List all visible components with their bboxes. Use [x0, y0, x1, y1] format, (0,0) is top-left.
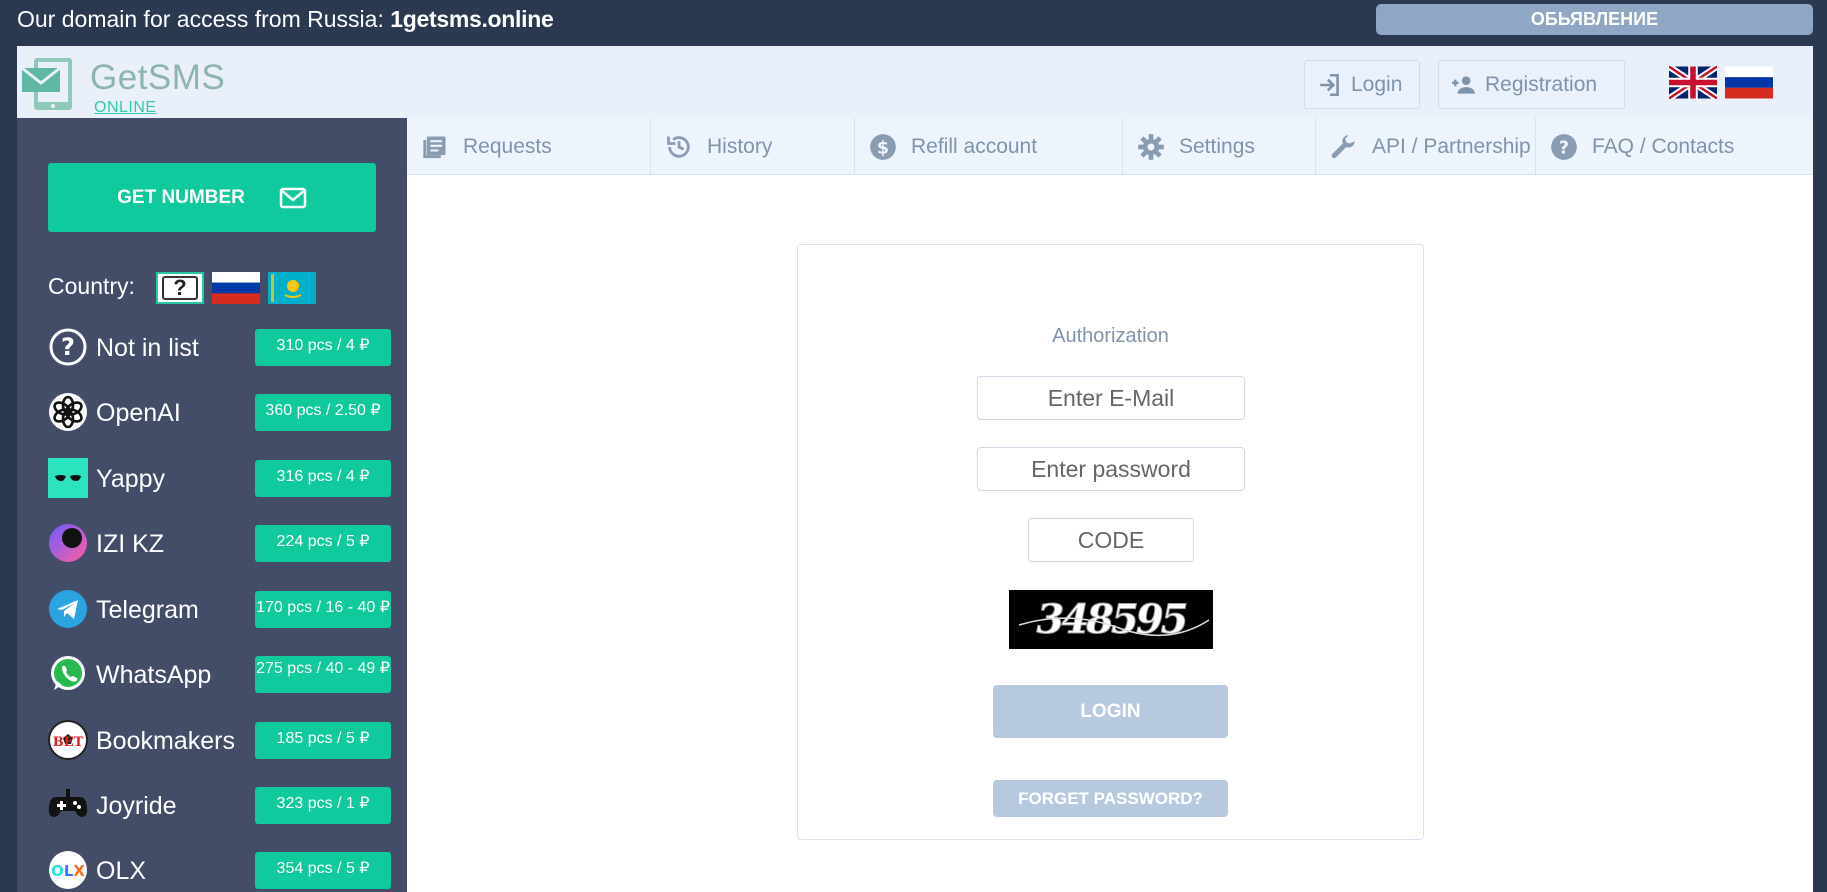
add-user-icon [1452, 75, 1475, 94]
service-item[interactable]: Joyride 323 pcs / 1 ₽ [48, 785, 393, 825]
svg-text:OLX: OLX [51, 862, 85, 880]
tab-label: History [707, 134, 773, 158]
service-name: OLX [96, 857, 147, 885]
authorization-title: Authorization [1052, 325, 1169, 347]
olx-icon: OLX [49, 851, 87, 889]
service-name: Bookmakers [96, 727, 235, 755]
svg-text:?: ? [1559, 138, 1569, 158]
service-item[interactable]: Telegram 170 pcs / 16 - 40 ₽ [48, 589, 393, 629]
wrench-icon [1331, 134, 1355, 158]
whatsapp-icon [51, 656, 85, 690]
captcha-image: 348595 [1009, 590, 1213, 649]
logo-phone-icon [22, 58, 72, 110]
service-name: Not in list [96, 334, 199, 362]
registration-button-label: Registration [1485, 72, 1598, 96]
question-circle-icon: ? [49, 328, 87, 366]
country-russia-flag[interactable] [212, 272, 260, 304]
tab-label: API / Partnership [1372, 134, 1531, 158]
domain-notice-text: Our domain for access from Russia: [17, 6, 391, 32]
logo-name: GetSMS [90, 58, 226, 97]
tab-api-partnership[interactable]: API / Partnership [1316, 118, 1536, 175]
service-price-badge[interactable]: 170 pcs / 16 - 40 ₽ [255, 591, 391, 628]
tab-label: Requests [463, 134, 552, 158]
logo[interactable]: GetSMS ONLINE [22, 54, 232, 116]
service-name: OpenAI [96, 399, 181, 427]
question-icon: ? [162, 276, 198, 300]
service-name: Joyride [96, 792, 177, 820]
bookmakers-ball-icon: BET [48, 720, 88, 760]
openai-icon [49, 393, 87, 431]
tab-label: Refill account [911, 134, 1038, 158]
service-item[interactable]: OLX OLX 354 pcs / 5 ₽ [48, 850, 393, 890]
coin-icon: $ [870, 133, 896, 160]
russia-flag-icon[interactable] [1725, 66, 1773, 99]
tab-label: FAQ / Contacts [1592, 134, 1735, 158]
service-item[interactable]: WhatsApp 275 pcs / 40 - 49 ₽ [48, 654, 393, 694]
service-price-badge[interactable]: 360 pcs / 2.50 ₽ [255, 394, 391, 431]
service-price-badge[interactable]: 224 pcs / 5 ₽ [255, 525, 391, 562]
list-icon [423, 136, 446, 158]
svg-text:BET: BET [53, 735, 84, 750]
service-name: IZI KZ [96, 530, 165, 558]
tab-requests[interactable]: Requests [407, 118, 651, 175]
service-price-badge[interactable]: 310 pcs / 4 ₽ [255, 329, 391, 366]
tab-settings[interactable]: Settings [1123, 118, 1316, 175]
history-icon [667, 135, 690, 158]
login-icon [1320, 73, 1339, 96]
telegram-icon [49, 590, 87, 628]
domain-notice: Our domain for access from Russia: 1gets… [17, 6, 554, 33]
service-name: WhatsApp [96, 661, 212, 689]
service-price-badge[interactable]: 323 pcs / 1 ₽ [255, 787, 391, 824]
gear-icon [1138, 133, 1164, 160]
service-name: Telegram [96, 596, 199, 624]
get-number-button[interactable]: GET NUMBER [48, 163, 376, 232]
service-item[interactable]: IZI KZ 224 pcs / 5 ₽ [48, 523, 393, 563]
captcha-text: 348595 [1037, 596, 1187, 643]
tab-faq-contacts[interactable]: ? FAQ / Contacts [1536, 118, 1813, 175]
main-nav: Requests History $ Refill account Settin… [407, 118, 1813, 175]
izi-kz-icon [49, 524, 87, 562]
country-label: Country: [48, 273, 135, 299]
tab-refill-account[interactable]: $ Refill account [855, 118, 1123, 175]
email-input[interactable] [977, 376, 1245, 420]
gamepad-icon [48, 789, 88, 817]
announcement-button[interactable]: ОБЬЯВЛЕНИЕ [1376, 4, 1813, 35]
login-button-label: Login [1351, 72, 1403, 96]
service-name: Yappy [96, 465, 166, 493]
page-frame: GetSMS ONLINE Login Registration GET NUM… [17, 46, 1813, 892]
get-number-label: GET NUMBER [117, 186, 245, 208]
tab-history[interactable]: History [651, 118, 855, 175]
country-kazakhstan-flag[interactable] [268, 272, 316, 304]
service-price-badge[interactable]: 275 pcs / 40 - 49 ₽ [255, 656, 391, 693]
help-circle-icon: ? [1551, 133, 1577, 160]
service-item[interactable]: ? Not in list 310 pcs / 4 ₽ [48, 327, 393, 367]
sidebar: GET NUMBER Country: ? ? Not in list 310 … [17, 118, 407, 892]
uk-flag-icon[interactable] [1669, 66, 1717, 99]
header: GetSMS ONLINE Login Registration [17, 46, 1813, 118]
top-strip: Our domain for access from Russia: 1gets… [0, 0, 1827, 40]
envelope-icon [279, 187, 307, 208]
yappy-icon [48, 458, 88, 498]
country-unknown-flag[interactable]: ? [156, 272, 204, 304]
captcha-graphic: 348595 [1018, 596, 1210, 644]
service-price-badge[interactable]: 185 pcs / 5 ₽ [255, 722, 391, 759]
registration-button[interactable]: Registration [1438, 60, 1625, 109]
service-item[interactable]: Yappy 316 pcs / 4 ₽ [48, 458, 393, 498]
login-submit-button[interactable]: LOGIN [993, 685, 1228, 738]
forget-password-button[interactable]: FORGET PASSWORD? [993, 780, 1228, 817]
tab-label: Settings [1179, 134, 1255, 158]
service-price-badge[interactable]: 354 pcs / 5 ₽ [255, 852, 391, 889]
domain-link[interactable]: 1getsms.online [390, 6, 554, 32]
logo-sub: ONLINE [94, 99, 157, 116]
service-item[interactable]: OpenAI 360 pcs / 2.50 ₽ [48, 392, 393, 432]
login-button[interactable]: Login [1304, 60, 1420, 109]
service-price-badge[interactable]: 316 pcs / 4 ₽ [255, 460, 391, 497]
captcha-code-input[interactable] [1028, 518, 1194, 562]
service-item[interactable]: BET Bookmakers 185 pcs / 5 ₽ [48, 720, 393, 760]
authorization-card: Authorization 348595 LOGIN FORGET PASSWO… [797, 244, 1424, 840]
password-input[interactable] [977, 447, 1245, 491]
svg-text:$: $ [877, 138, 889, 158]
svg-text:?: ? [61, 333, 75, 361]
